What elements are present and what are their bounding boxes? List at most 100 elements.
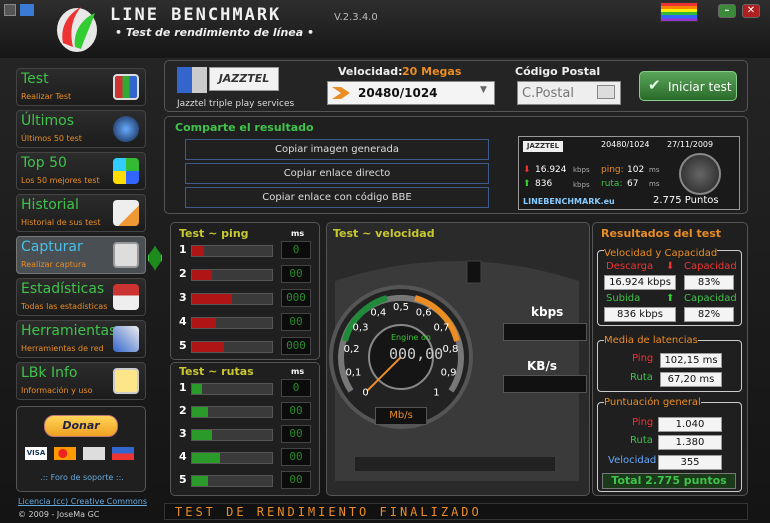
digit-display: 0 <box>281 241 311 259</box>
score-ruta-label: Ruta <box>630 435 653 446</box>
sidebar-item-label: Test <box>21 71 49 87</box>
digit-display: 000 <box>281 337 311 355</box>
level-fill <box>192 430 212 440</box>
sidebar-item-historial[interactable]: Historial Historial de sus test <box>16 194 146 232</box>
gauge-tick-label: 0,3 <box>353 323 369 334</box>
level-fill <box>192 294 232 304</box>
routes-title: Test ~ rutas <box>179 365 254 378</box>
gauge-tick-label: 0,8 <box>442 344 458 355</box>
speed-select[interactable]: 20480/1024 ▼ <box>327 81 495 105</box>
bar-row: 4 00 <box>179 448 319 468</box>
sidebar-item-ultimos[interactable]: Últimos Últimos 50 test <box>16 110 146 148</box>
digit-display: 00 <box>281 448 311 466</box>
notes-icon <box>113 368 139 394</box>
score-ping-label: Ping <box>632 417 654 428</box>
sidebar-item-sub: Últimos 50 test <box>21 134 82 143</box>
gauge-tick-label: 0,2 <box>344 344 360 355</box>
bar-row: 2 00 <box>179 402 319 422</box>
lat-title: Media de latencias <box>604 335 698 346</box>
download-capacity: 83% <box>684 275 734 290</box>
up-arrow-icon: ⬆ <box>666 293 675 304</box>
bar-row: 10 <box>179 379 319 399</box>
mastercard-icon <box>54 447 76 460</box>
gauge-tick-label: 0,6 <box>416 307 432 318</box>
sidebar-item-top50[interactable]: Top 50 Los 50 mejores test <box>16 152 146 190</box>
kbs-label: KB/s <box>527 359 557 373</box>
window-icon[interactable] <box>20 4 34 16</box>
results-title: Resultados del test <box>601 227 722 240</box>
level-fill <box>192 342 224 352</box>
close-button[interactable]: ✕ <box>742 4 760 18</box>
forum-link[interactable]: .:: Foro de soporte ::. <box>17 473 147 482</box>
sidebar-item-herramientas[interactable]: Herramientas Herramientas de red <box>16 320 146 358</box>
capacidad-up-label: Capacidad <box>684 293 737 304</box>
config-panel: JAZZTEL Jazztel triple play services Vel… <box>164 60 748 112</box>
level-fill <box>192 476 208 486</box>
level-bar <box>191 269 273 281</box>
routes-unit: ms <box>291 367 305 376</box>
chevron-down-icon[interactable]: ▼ <box>480 85 487 95</box>
digit-display: 00 <box>281 313 311 331</box>
donate-button[interactable]: Donar <box>44 415 118 437</box>
copyright: © 2009 - JoseMa GC <box>18 510 100 519</box>
gauge-tick-label: 0,7 <box>434 323 450 334</box>
digit-display: 00 <box>281 425 311 443</box>
velocity-title: Test ~ velocidad <box>333 227 435 240</box>
level-bar <box>191 293 273 305</box>
bar-row: 4 00 <box>179 313 319 333</box>
app-version: V.2.3.4.0 <box>334 12 378 23</box>
upload-capacity: 82% <box>684 307 734 322</box>
preview-ruta: 67 <box>627 179 639 189</box>
sidebar-item-capturar[interactable]: Capturar Realizar captura <box>16 236 146 274</box>
sidebar-item-sub: Herramientas de red <box>21 344 104 353</box>
row-number: 5 <box>179 339 187 352</box>
license-link[interactable]: Licencia (cc) Creative Commons <box>18 497 147 506</box>
sidebar-item-estadisticas[interactable]: Estadísticas Todas las estadísticas <box>16 278 146 316</box>
lat-ruta-label: Ruta <box>630 372 653 383</box>
sidebar-item-test[interactable]: Test Realizar Test <box>16 68 146 106</box>
digit-display: 00 <box>281 402 311 420</box>
velocity-panel: Test ~ velocidad 0 0,1 0,2 0,3 0,4 0,5 0,6 0,7 0… <box>326 222 590 496</box>
card-icon <box>112 447 134 460</box>
sidebar-item-label: Herramientas <box>21 323 117 339</box>
preview-site: LINEBENCHMARK.eu <box>523 197 615 206</box>
sidebar-item-label: Estadísticas <box>21 281 105 297</box>
start-test-button[interactable]: ✔ Iniciar test <box>639 71 737 101</box>
speed-select-value: 20480/1024 <box>358 86 438 100</box>
preview-up: 836 <box>535 179 553 189</box>
row-number: 5 <box>179 473 187 486</box>
app-window: LINE BENCHMARK V.2.3.4.0 • Test de rendi… <box>0 0 770 523</box>
level-bar <box>191 317 273 329</box>
level-fill <box>192 318 216 328</box>
postal-label: Código Postal <box>515 65 601 78</box>
level-bar <box>191 452 273 464</box>
bar-row: 5 00 <box>179 471 319 491</box>
score-ping-value: 1.040 <box>658 417 722 432</box>
row-number: 4 <box>179 450 187 463</box>
preview-ruta-label: ruta: <box>601 179 623 189</box>
lat-ruta-value: 67,20 ms <box>660 372 722 387</box>
preview-down: 16.924 <box>535 165 567 175</box>
sidebar-item-lbkinfo[interactable]: LBk Info Información y uso <box>16 362 146 400</box>
row-number: 3 <box>179 427 187 440</box>
level-bar <box>191 341 273 353</box>
copy-direct-link-button[interactable]: Copiar enlace directo <box>185 163 489 184</box>
copy-bbe-link-button[interactable]: Copiar enlace con código BBE <box>185 187 489 208</box>
capacidad-down-label: Capacidad <box>684 261 737 272</box>
level-fill <box>192 407 208 417</box>
kbs-display <box>503 375 587 393</box>
latency-box: Media de latencias Ping 102,15 ms Ruta 6… <box>597 335 742 392</box>
share-title: Comparte el resultado <box>175 121 314 134</box>
digit-display: 00 <box>281 265 311 283</box>
result-preview-image: JAZZTEL 20480/1024 27/11/2009 ⬇ 16.924 k… <box>518 136 740 210</box>
minimize-button[interactable]: – <box>718 4 736 18</box>
sidebar-item-label: Últimos <box>21 113 75 129</box>
window-icon[interactable] <box>4 4 16 16</box>
sidebar-item-sub: Todas las estadísticas <box>21 302 108 311</box>
bank-card-icon <box>83 447 105 460</box>
score-vel-value: 355 <box>658 455 722 470</box>
sidebar-item-sub: Los 50 mejores test <box>21 176 100 185</box>
rainbow-flag-icon[interactable] <box>660 2 698 22</box>
copy-image-button[interactable]: Copiar imagen generada <box>185 139 489 160</box>
digit-display: 00 <box>281 471 311 489</box>
